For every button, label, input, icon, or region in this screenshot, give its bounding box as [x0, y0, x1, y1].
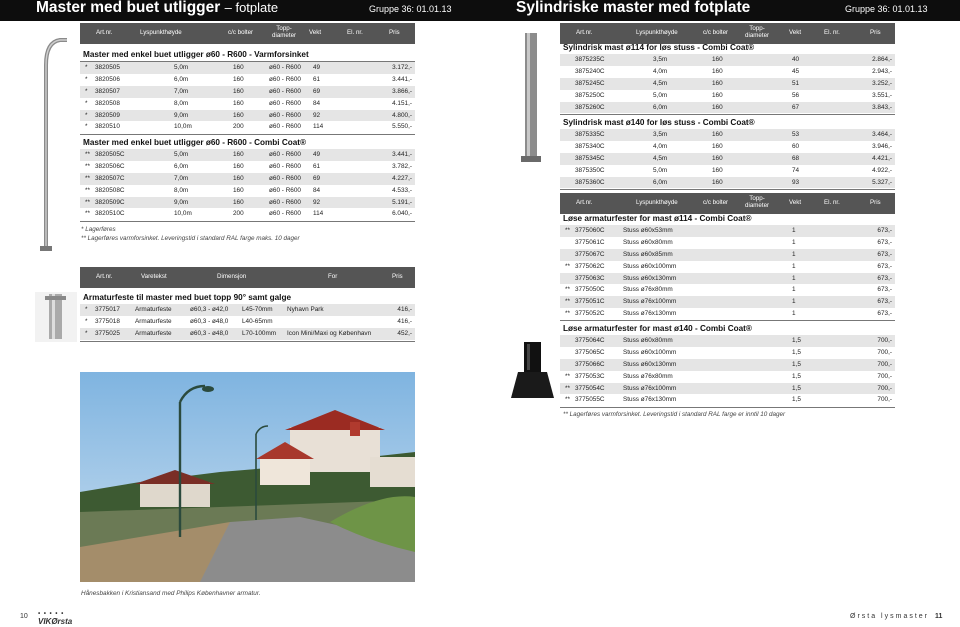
section-title: Løse armaturfester for mast ø140 - Combi… — [563, 324, 752, 333]
table-row: ** 3775050C Stuss ø76x80mm 1 673,- — [565, 286, 892, 294]
left-table-1: * 3820505 5,0m 160 ø60 - R600 49 3.172,- * 3820… — [80, 62, 415, 133]
table-row: ** 3820510C 10,0m 200 ø60 - R600 114 6.040,- — [85, 210, 412, 218]
right-page-title: Sylindriske master med fotplate — [516, 0, 751, 16]
left-table-3: * 3775017 Armaturfeste ø60,3 - ø42,0 L45-70m… — [80, 304, 415, 340]
divider — [80, 134, 415, 135]
cylinder-pole-image — [521, 33, 541, 162]
divider — [560, 114, 895, 115]
bracket-image — [35, 292, 77, 342]
table-row: 3875240C 4,0m 160 45 2.943,- — [575, 67, 892, 75]
base-fitting-image — [511, 342, 554, 398]
left-page-banner: Master med buet utligger – fotplate Grup… — [0, 0, 480, 21]
table-row: ** 3775054C Stuss ø76x100mm 1,5 700,- — [560, 382, 895, 395]
table-row: 3875345C 4,5m 160 68 4.421,- — [560, 152, 895, 165]
table-row: 3775063C Stuss ø60x130mm 1 673,- — [560, 272, 895, 285]
table-row: ** 3775051C Stuss ø76x100mm 1 673,- — [560, 296, 895, 309]
right-table-4: 3775064C Stuss ø60x80mm 1,5 700,- 3775065C S… — [560, 335, 895, 406]
table-row: ** 3775055C Stuss ø76x130mm 1,5 700,- — [565, 396, 892, 404]
divider — [560, 407, 895, 408]
footnote: * Lagerføres — [81, 226, 116, 233]
left-table-header-2: Art.nr. Varetekst Dimensjon For Pris — [80, 267, 415, 288]
table-row: * 3820508 8,0m 160 ø60 - R600 84 4.151,- — [85, 99, 412, 107]
table-row: 3875250C 5,0m 160 56 3.551,- — [575, 91, 892, 99]
table-row: ** 3820507C 7,0m 160 ø60 - R600 69 4.227,- — [80, 172, 415, 185]
table-row: 3775064C Stuss ø60x80mm 1,5 700,- — [560, 335, 895, 347]
footer-brand: Ørsta lysmaster — [850, 613, 930, 620]
table-row: 3875245C 4,5m 160 51 3.252,- — [560, 77, 895, 90]
table-row: 3875350C 5,0m 160 74 4.922,- — [575, 166, 892, 174]
section-title: Master med enkel buet utligger ø60 - R60… — [83, 138, 307, 147]
brand-logo: • • • • • VIKØrsta — [38, 611, 73, 626]
right-group-label: Gruppe 36: 01.01.13 — [845, 4, 928, 14]
left-group-label: Gruppe 36: 01.01.13 — [369, 4, 452, 14]
table-row: * 3820509 9,0m 160 ø60 - R600 92 4.800,- — [80, 109, 415, 122]
table-row: 3775066C Stuss ø60x130mm 1,5 700,- — [560, 358, 895, 371]
street-photo-drawing — [80, 372, 415, 582]
page-number-left: 10 — [20, 613, 28, 620]
table-row: 3775067C Stuss ø60x85mm 1 673,- — [560, 248, 895, 261]
footnote: ** Lagerføres varmforsinket. Leveringsti… — [81, 235, 300, 242]
divider — [80, 341, 415, 342]
table-row: * 3820507 7,0m 160 ø60 - R600 69 3.866,- — [80, 85, 415, 98]
table-row: 3775061C Stuss ø60x80mm 1 673,- — [575, 238, 892, 246]
table-row: ** 3775053C Stuss ø76x80mm 1,5 700,- — [565, 372, 892, 380]
table-row: ** 3820509C 9,0m 160 ø60 - R600 92 5.191,- — [80, 196, 415, 209]
section-title: Løse armaturfester for mast ø114 - Combi… — [563, 214, 752, 223]
table-row: 3875340C 4,0m 160 60 3.946,- — [575, 142, 892, 150]
table-row: * 3820506 6,0m 160 ø60 - R600 61 3.441,- — [85, 75, 412, 83]
table-row: 3875360C 6,0m 160 93 5.327,- — [560, 176, 895, 189]
left-page-title: Master med buet utligger – fotplate — [36, 0, 279, 16]
section-title: Armaturfeste til master med buet topp 90… — [83, 293, 292, 302]
right-table-2: 3875335C 3,5m 160 53 3.464,- 3875340C 4,0m 160… — [560, 129, 895, 189]
table-row: * 3820505 5,0m 160 ø60 - R600 49 3.172,- — [80, 62, 415, 74]
table-row: * 3820510 10,0m 200 ø60 - R600 114 5.550,- — [85, 123, 412, 131]
table-row: 3875335C 3,5m 160 53 3.464,- — [560, 129, 895, 141]
right-table-header-2: Art.nr. Lyspunkthøyde c/c bolter Topp- d… — [560, 193, 895, 214]
table-row: ** 3775052C Stuss ø76x130mm 1 673,- — [565, 310, 892, 318]
left-table-header: Art.nr. Lyspunkthøyde c/c bolter Topp- d… — [80, 23, 415, 44]
table-row: 3775065C Stuss ø60x100mm 1,5 700,- — [575, 348, 892, 356]
section-title: Master med enkel buet utligger ø60 - R60… — [83, 50, 309, 59]
table-row: 3875260C 6,0m 160 67 3.843,- — [560, 101, 895, 114]
divider — [80, 221, 415, 222]
right-table-1: 3875235C 3,5m 160 40 2.864,- 3875240C 4,0m 160… — [560, 54, 895, 114]
table-row: * 3775017 Armaturfeste ø60,3 - ø42,0 L45-70m… — [80, 304, 415, 316]
section-title: Sylindrisk mast ø114 for løs stuss - Com… — [563, 43, 755, 52]
table-row: * 3775025 Armaturfeste ø60,3 - ø48,0 L70-100… — [80, 327, 415, 340]
table-row: 3875235C 3,5m 160 40 2.864,- — [560, 54, 895, 66]
divider — [560, 189, 895, 190]
right-page-banner: Sylindriske master med fotplate Gruppe 3… — [480, 0, 960, 21]
section-title: Sylindrisk mast ø140 for løs stuss - Com… — [563, 118, 755, 127]
footnote: ** Lagerføres varmforsinket. Leveringsti… — [563, 411, 786, 418]
page-number-right: 11 — [935, 613, 943, 620]
curved-pole-image — [40, 38, 67, 251]
photo-caption: Hånesbakken i Kristiansand med Philips K… — [81, 590, 261, 597]
table-row: ** 3775062C Stuss ø60x100mm 1 673,- — [565, 262, 892, 270]
street-photo — [80, 372, 415, 582]
left-table-2: ** 3820505C 5,0m 160 ø60 - R600 49 3.441,- ** 3… — [80, 149, 415, 220]
table-row: ** 3775060C Stuss ø60x53mm 1 673,- — [560, 225, 895, 237]
right-table-3: ** 3775060C Stuss ø60x53mm 1 673,- 3775061C S… — [560, 225, 895, 320]
divider — [560, 320, 895, 321]
table-row: ** 3820508C 8,0m 160 ø60 - R600 84 4.533,- — [85, 186, 412, 194]
table-row: * 3775018 Armaturfeste ø60,3 - ø48,0 L40-65m… — [85, 317, 412, 325]
right-table-header: Art.nr. Lyspunkthøyde c/c bolter Topp- d… — [560, 23, 895, 44]
table-row: ** 3820505C 5,0m 160 ø60 - R600 49 3.441,- — [80, 149, 415, 161]
table-row: ** 3820506C 6,0m 160 ø60 - R600 61 3.782,- — [85, 162, 412, 170]
